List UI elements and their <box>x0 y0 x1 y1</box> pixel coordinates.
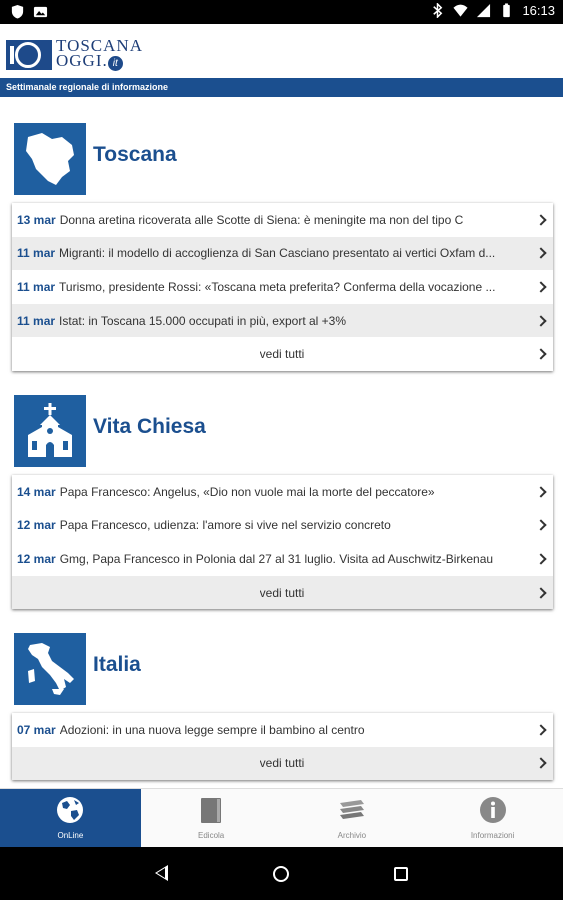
news-card: 07 mar Adozioni: in una nuova legge sempr… <box>12 713 553 781</box>
news-date: 12 mar <box>17 518 56 533</box>
info-icon <box>479 797 506 823</box>
app-header: TOSCANA OGGI. it <box>0 24 563 78</box>
section-header[interactable]: Toscana <box>12 123 553 195</box>
home-icon[interactable] <box>273 866 289 882</box>
section-title: Italia <box>93 653 141 676</box>
section-toscana: Toscana 13 mar Donna aretina ricoverata a… <box>12 123 553 371</box>
section-header[interactable]: Vita Chiesa <box>12 395 553 467</box>
news-title: Donna aretina ricoverata alle Scotte di … <box>59 212 464 227</box>
bottom-tab-bar: OnLine Edicola Archivio Informazioni <box>0 788 563 847</box>
see-all-label: vedi tutti <box>259 585 305 600</box>
section-title: Vita Chiesa <box>93 415 206 438</box>
tab-label: Edicola <box>198 831 225 840</box>
news-row[interactable]: 11 mar Istat: in Toscana 15.000 occupati … <box>12 303 553 338</box>
tab-label: Informazioni <box>470 831 515 840</box>
tab-edicola[interactable]: Edicola <box>141 789 282 847</box>
back-icon[interactable] <box>155 865 168 881</box>
tab-informazioni[interactable]: Informazioni <box>422 789 563 847</box>
news-title: Migranti: il modello di accoglienza di S… <box>59 246 496 261</box>
news-title: Gmg, Papa Francesco in Polonia dal 27 al… <box>59 551 494 566</box>
clock-text: 16:13 <box>522 3 555 18</box>
church-icon <box>14 395 86 467</box>
tagline-bar: Settimanale regionale di informazione <box>0 78 563 97</box>
news-card: 13 mar Donna aretina ricoverata alle Scot… <box>12 203 553 371</box>
news-title: Adozioni: in una nuova legge sempre il b… <box>59 722 365 737</box>
news-title: Papa Francesco, udienza: l'amore si vive… <box>59 518 391 533</box>
shield-icon <box>11 4 24 19</box>
news-row[interactable]: 11 mar Migranti: il modello di accoglienz… <box>12 236 553 271</box>
news-row[interactable]: 12 mar Papa Francesco, udienza: l'amore s… <box>12 509 553 543</box>
battery-icon <box>503 3 511 18</box>
archive-icon <box>339 800 364 819</box>
see-all-button[interactable]: vedi tutti <box>12 746 553 781</box>
news-date: 13 mar <box>17 212 56 227</box>
globe-icon <box>57 797 84 823</box>
chevron-right-icon <box>535 348 547 360</box>
see-all-label: vedi tutti <box>259 347 305 362</box>
signal-icon <box>477 3 491 18</box>
logo-line2: OGGI. <box>56 51 108 70</box>
section-italia: Italia 07 mar Adozioni: in una nuova legg… <box>12 633 553 781</box>
image-icon <box>33 6 48 18</box>
news-card: 14 mar Papa Francesco: Angelus, «Dio non … <box>12 475 553 610</box>
see-all-label: vedi tutti <box>259 756 305 771</box>
news-date: 11 mar <box>17 246 56 261</box>
bluetooth-icon <box>433 3 443 18</box>
news-title: Istat: in Toscana 15.000 occupati in più… <box>59 313 347 328</box>
tab-label: OnLine <box>57 831 84 840</box>
section-vita-chiesa: Vita Chiesa 14 mar Papa Francesco: Angelu… <box>12 395 553 610</box>
chevron-right-icon <box>535 757 547 770</box>
news-title: Turismo, presidente Rossi: «Toscana meta… <box>59 279 496 294</box>
chevron-right-icon <box>535 586 547 599</box>
system-nav-bar <box>0 847 563 900</box>
news-row[interactable]: 13 mar Donna aretina ricoverata alle Scot… <box>12 203 553 237</box>
news-row[interactable]: 12 mar Gmg, Papa Francesco in Polonia dal… <box>12 542 553 576</box>
news-row[interactable]: 11 mar Turismo, presidente Rossi: «Toscan… <box>12 270 553 304</box>
section-header[interactable]: Italia <box>12 633 553 705</box>
news-date: 11 mar <box>17 279 56 294</box>
tab-archivio[interactable]: Archivio <box>282 789 423 847</box>
toscana-oggi-logo[interactable]: TOSCANA OGGI. it <box>6 37 143 71</box>
italy-map-icon <box>14 633 86 705</box>
news-title: Papa Francesco: Angelus, «Dio non vuole … <box>59 484 435 499</box>
status-bar: 16:13 <box>0 0 563 24</box>
tab-label: Archivio <box>337 831 367 840</box>
wifi-icon <box>453 4 468 17</box>
see-all-button[interactable]: vedi tutti <box>12 575 553 610</box>
tuscany-map-icon <box>14 123 86 195</box>
logo-badge: it <box>107 56 123 71</box>
tab-online[interactable]: OnLine <box>0 789 141 847</box>
logo-mark-icon <box>6 39 52 70</box>
see-all-button[interactable]: vedi tutti <box>12 337 553 371</box>
recent-apps-icon[interactable] <box>394 867 408 881</box>
news-row[interactable]: 14 mar Papa Francesco: Angelus, «Dio non … <box>12 475 553 509</box>
section-title: Toscana <box>93 143 177 166</box>
book-icon <box>201 798 222 823</box>
news-date: 11 mar <box>17 313 56 328</box>
news-row[interactable]: 07 mar Adozioni: in una nuova legge sempr… <box>12 713 553 747</box>
news-date: 14 mar <box>17 484 56 499</box>
news-date: 07 mar <box>17 722 56 737</box>
news-date: 12 mar <box>17 551 56 566</box>
